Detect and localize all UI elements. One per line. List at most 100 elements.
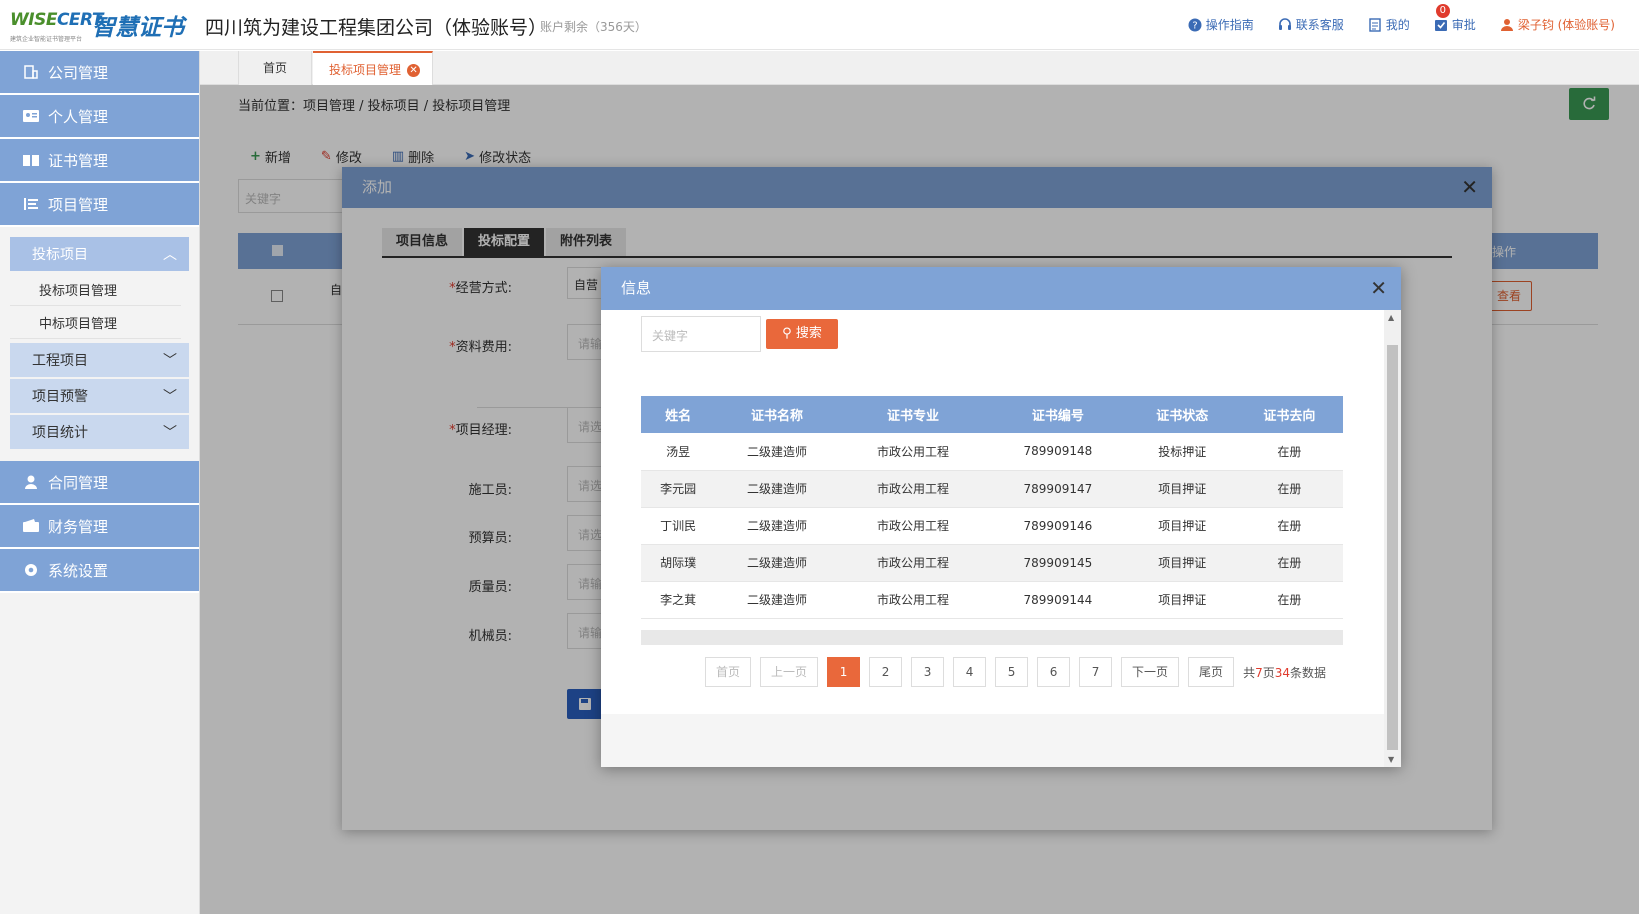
page-button-3[interactable]: 3 xyxy=(911,657,945,687)
chevron-down-icon: ﹀ xyxy=(163,389,177,405)
scrollbar-thumb[interactable] xyxy=(1387,345,1398,750)
cell: 在册 xyxy=(1235,581,1343,619)
table-row[interactable]: 李之萁 二级建造师 市政公用工程 789909144 项目押证 在册 xyxy=(641,581,1343,619)
cert-table: 姓名 证书名称 证书专业 证书编号 证书状态 证书去向 汤昱 二级建造师 市政公… xyxy=(641,396,1343,619)
cell: 项目押证 xyxy=(1128,581,1236,619)
last-page-button[interactable]: 尾页 xyxy=(1188,657,1235,687)
next-page-button[interactable]: 下一页 xyxy=(1121,657,1180,687)
search-button[interactable]: ⚲ 搜索 xyxy=(766,319,838,349)
app-header: WISECERT 智慧证书 建筑企业智能证书管理平台 四川筑为建设工程集团公司（… xyxy=(0,0,1639,50)
checkbox-icon xyxy=(1434,19,1447,31)
building-icon xyxy=(24,65,38,79)
sidebar-item-finance[interactable]: 财务管理 xyxy=(0,505,199,549)
chevron-down-icon: ﹀ xyxy=(163,353,177,369)
user-menu[interactable]: 梁子钧 (体验账号) xyxy=(1500,16,1615,33)
scroll-up-icon[interactable]: ▲ xyxy=(1388,313,1394,322)
submenu-warning[interactable]: 项目预警 ﹀ xyxy=(10,379,189,413)
gear-icon xyxy=(25,564,37,576)
table-row[interactable]: 胡际璞 二级建造师 市政公用工程 789909145 项目押证 在册 xyxy=(641,544,1343,582)
page-button-1[interactable]: 1 xyxy=(827,657,861,687)
list-icon xyxy=(24,198,38,210)
approval-badge: 0 xyxy=(1435,4,1450,18)
chevron-down-icon: ﹀ xyxy=(163,425,177,441)
svg-text:?: ? xyxy=(1192,20,1197,31)
project-submenu: 投标项目 ︿ 投标项目管理 中标项目管理 工程项目 ﹀ 项目预警 ﹀ 项目统计 … xyxy=(0,227,199,461)
company-name: 四川筑为建设工程集团公司（体验账号） xyxy=(205,17,548,39)
logo-en: WISECERT xyxy=(10,10,103,30)
cell: 市政公用工程 xyxy=(838,507,988,545)
document-icon xyxy=(1369,17,1381,32)
col-cert-location: 证书去向 xyxy=(1235,396,1343,433)
logo[interactable]: WISECERT 智慧证书 建筑企业智能证书管理平台 xyxy=(10,8,185,43)
search-label: 搜索 xyxy=(795,326,822,341)
submenu-bid-project[interactable]: 投标项目 ︿ xyxy=(10,237,189,271)
cell: 在册 xyxy=(1235,507,1343,545)
col-name: 姓名 xyxy=(641,396,716,433)
mine-label: 我的 xyxy=(1385,18,1410,32)
cell: 市政公用工程 xyxy=(838,544,988,582)
cell: 在册 xyxy=(1235,544,1343,582)
sidebar-label: 公司管理 xyxy=(48,63,109,82)
person-icon xyxy=(25,475,37,489)
tab-label: 投标项目管理 xyxy=(329,63,402,77)
sidebar-item-contract[interactable]: 合同管理 xyxy=(0,461,199,505)
vertical-scrollbar[interactable]: ▲ ▼ xyxy=(1384,310,1401,767)
support-link[interactable]: 联系客服 xyxy=(1278,16,1344,33)
close-icon[interactable]: ✕ xyxy=(407,64,421,77)
prev-page-button[interactable]: 上一页 xyxy=(760,657,819,687)
page-button-6[interactable]: 6 xyxy=(1037,657,1071,687)
sidebar-item-personal[interactable]: 个人管理 xyxy=(0,95,199,139)
sidebar-item-settings[interactable]: 系统设置 xyxy=(0,549,199,593)
cell: 丁训民 xyxy=(641,507,716,545)
table-row[interactable]: 丁训民 二级建造师 市政公用工程 789909146 项目押证 在册 xyxy=(641,507,1343,545)
table-row[interactable]: 汤昱 二级建造师 市政公用工程 789909148 投标押证 在册 xyxy=(641,433,1343,471)
cell: 李元园 xyxy=(641,470,716,508)
cell: 789909147 xyxy=(987,470,1129,508)
user-icon xyxy=(1500,18,1513,31)
tab-home[interactable]: 首页 xyxy=(238,51,313,85)
cell: 胡际璞 xyxy=(641,544,716,582)
tab-bid-manage[interactable]: 投标项目管理 ✕ xyxy=(313,51,434,85)
support-label: 联系客服 xyxy=(1295,18,1344,32)
user-label: 梁子钧 (体验账号) xyxy=(1517,18,1615,32)
sidebar-label: 项目管理 xyxy=(48,195,109,214)
table-row[interactable]: 李元园 二级建造师 市政公用工程 789909147 项目押证 在册 xyxy=(641,470,1343,508)
cell: 789909144 xyxy=(987,581,1129,619)
mine-link[interactable]: 我的 xyxy=(1368,16,1410,33)
page-button-4[interactable]: 4 xyxy=(953,657,987,687)
submenu-item-bid-manage[interactable]: 投标项目管理 xyxy=(10,273,181,306)
cell: 789909148 xyxy=(987,433,1129,471)
submenu-item-win-manage[interactable]: 中标项目管理 xyxy=(10,306,181,339)
headset-icon xyxy=(1278,17,1291,30)
id-card-icon xyxy=(23,110,39,122)
wallet-icon xyxy=(23,519,39,532)
info-dialog-header: 信息 ✕ xyxy=(601,267,1401,310)
close-icon[interactable]: ✕ xyxy=(1370,267,1387,310)
submenu-engineering[interactable]: 工程项目 ﹀ xyxy=(10,343,189,377)
sidebar-item-cert[interactable]: 证书管理 xyxy=(0,139,199,183)
sidebar-label: 财务管理 xyxy=(48,517,109,536)
first-page-button[interactable]: 首页 xyxy=(705,657,752,687)
cell: 789909146 xyxy=(987,507,1129,545)
col-cert-major: 证书专业 xyxy=(838,396,988,433)
sidebar: 公司管理 个人管理 证书管理 项目管理 投标项目 ︿ 投标项目管理 中标项目管理… xyxy=(0,51,200,914)
cell: 二级建造师 xyxy=(715,581,839,619)
cell: 项目押证 xyxy=(1128,544,1236,582)
sidebar-item-company[interactable]: 公司管理 xyxy=(0,51,199,95)
scroll-down-icon[interactable]: ▼ xyxy=(1388,755,1394,764)
approval-link[interactable]: 0 审批 xyxy=(1434,4,1476,33)
page-info: 共7页34条数据 xyxy=(1243,665,1327,680)
page-button-2[interactable]: 2 xyxy=(869,657,903,687)
help-link[interactable]: ? 操作指南 xyxy=(1188,16,1254,33)
submenu-stats[interactable]: 项目统计 ﹀ xyxy=(10,415,189,449)
col-cert-status: 证书状态 xyxy=(1128,396,1236,433)
submenu-label: 投标项目 xyxy=(32,247,88,263)
page-button-5[interactable]: 5 xyxy=(995,657,1029,687)
keyword-input[interactable]: 关键字 xyxy=(641,316,761,352)
sidebar-item-project[interactable]: 项目管理 xyxy=(0,183,199,227)
table-horizontal-scrollbar[interactable] xyxy=(641,630,1343,645)
page-button-7[interactable]: 7 xyxy=(1079,657,1113,687)
logo-cn: 智慧证书 xyxy=(92,15,184,41)
cell: 二级建造师 xyxy=(715,544,839,582)
pagination: 首页 上一页 1 2 3 4 5 6 7 下一页 尾页 共7页34条数据 xyxy=(705,657,1326,687)
